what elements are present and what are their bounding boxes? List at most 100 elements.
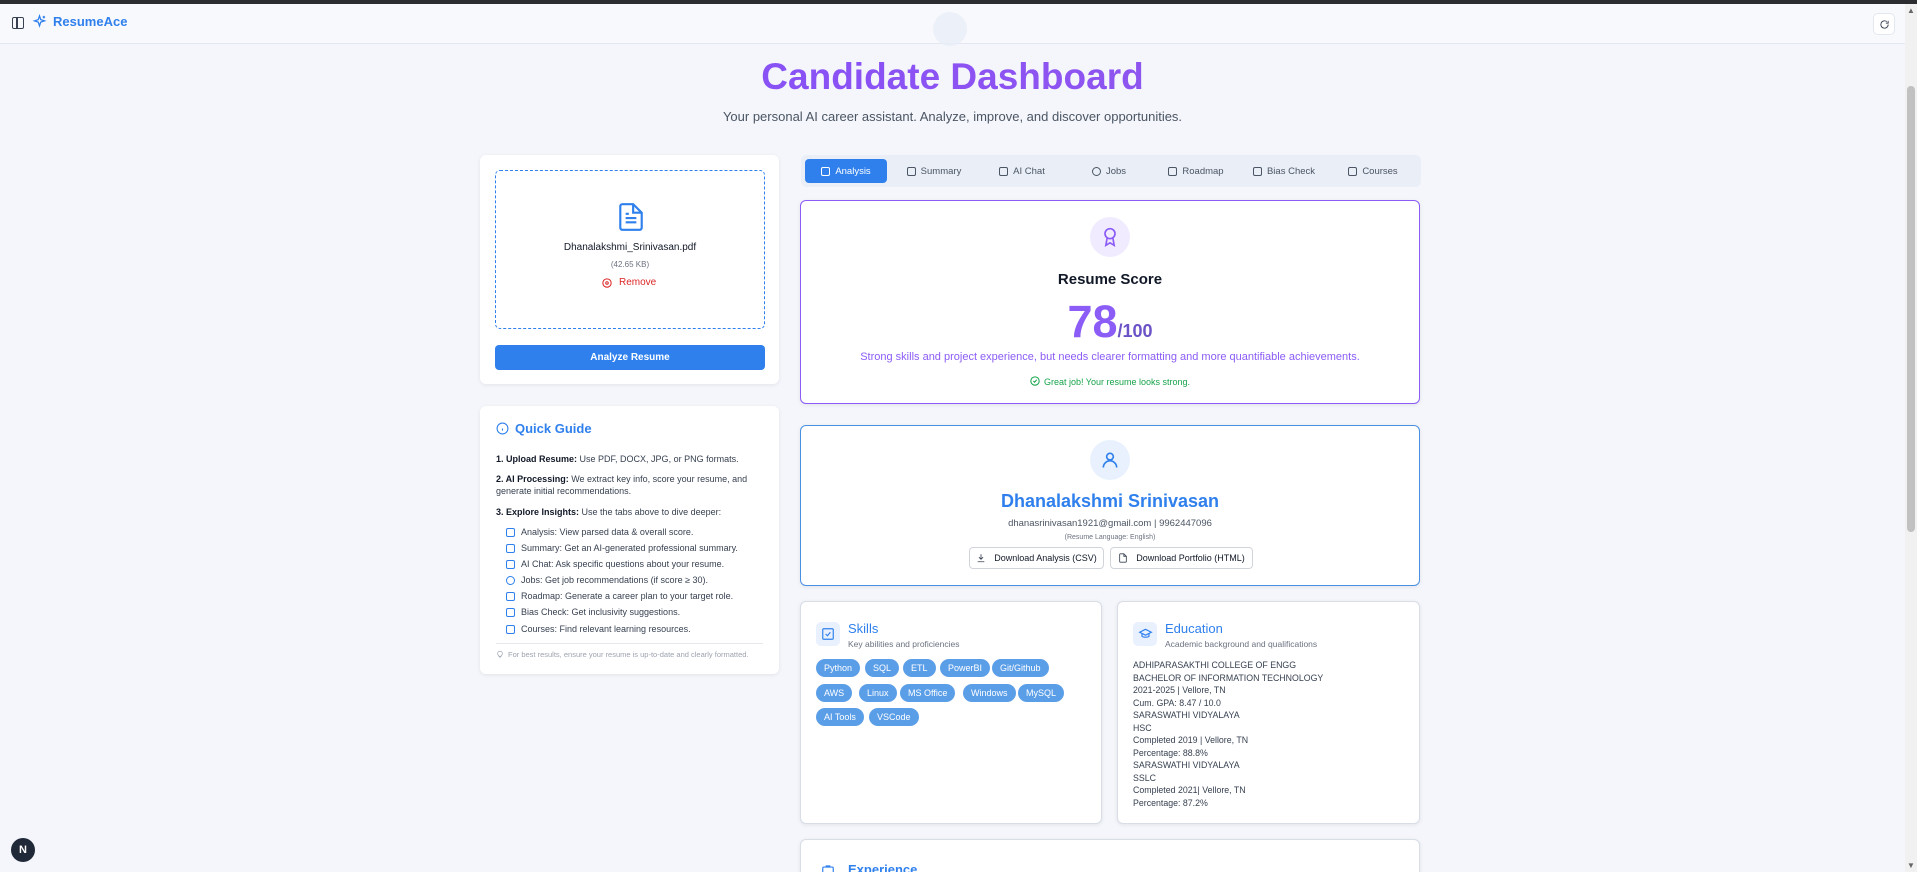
skill-chip: Linux — [859, 684, 897, 702]
guide-item-text: AI Chat: Ask specific questions about yo… — [521, 559, 725, 569]
file-icon — [821, 166, 831, 176]
guide-step-label: 1. Upload Resume: — [496, 454, 578, 464]
user-icon — [1102, 452, 1118, 468]
tab-summary[interactable]: Summary — [892, 159, 976, 183]
page-scrollbar[interactable]: ▲ ▼ — [1905, 4, 1917, 872]
info-icon — [496, 422, 509, 435]
tab-analysis[interactable]: Analysis — [805, 159, 887, 183]
resume-score-card: Resume Score 78/100 Strong skills and pr… — [800, 200, 1420, 404]
skills-card: Skills Key abilities and proficiencies P… — [800, 601, 1102, 824]
refresh-button[interactable] — [1873, 13, 1895, 35]
quick-guide-header: Quick Guide — [496, 421, 592, 436]
skill-chip: MySQL — [1018, 684, 1065, 702]
guide-item-text: Analysis: View parsed data & overall sco… — [521, 527, 694, 537]
user-route-icon — [1168, 166, 1178, 176]
tab-roadmap[interactable]: Roadmap — [1155, 159, 1237, 183]
document-icon — [906, 166, 916, 176]
scroll-down-icon[interactable]: ▼ — [1907, 861, 1915, 870]
skill-chip: PowerBI — [940, 659, 991, 677]
skill-chip: ETL — [903, 659, 936, 677]
guide-step-label: 3. Explore Insights: — [496, 507, 580, 517]
lightbulb-icon — [497, 650, 503, 659]
guide-step-3: 3. Explore Insights: Use the tabs above … — [496, 506, 768, 518]
user-route-icon — [506, 591, 515, 601]
analyze-resume-button[interactable]: Analyze Resume — [495, 345, 765, 370]
nextjs-dev-badge[interactable]: N — [11, 838, 35, 862]
guide-tip-text: For best results, ensure your resume is … — [508, 650, 749, 659]
file-size: (42.65 KB) — [610, 260, 650, 269]
checkbox-icon — [822, 628, 834, 640]
score-number: 78 — [1067, 296, 1118, 347]
download-portfolio-label: Download Portfolio (HTML) — [1136, 553, 1245, 563]
score-max: /100 — [1117, 321, 1153, 341]
score-summary: Strong skills and project experience, bu… — [860, 351, 1360, 363]
skills-title: Skills — [848, 621, 879, 636]
sparkles-icon — [32, 14, 47, 28]
filter-icon — [1252, 166, 1262, 176]
scroll-up-icon[interactable]: ▲ — [1907, 6, 1915, 15]
guide-step-label: 2. AI Processing: — [496, 474, 569, 484]
guide-step-text: Use PDF, DOCX, JPG, or PNG formats. — [579, 454, 739, 464]
skill-chip: VSCode — [869, 708, 919, 726]
skills-subtitle: Key abilities and proficiencies — [848, 639, 960, 649]
quick-guide-card: Quick Guide 1. Upload Resume: Use PDF, D… — [480, 406, 779, 674]
skills-icon-box — [816, 622, 840, 646]
education-subtitle: Academic background and qualifications — [1165, 639, 1318, 649]
guide-item-text: Summary: Get an AI-generated professiona… — [521, 543, 738, 553]
score-verdict: Great job! Your resume looks strong. — [801, 376, 1419, 387]
remove-file-button[interactable]: Remove — [602, 277, 656, 288]
education-line: SARASWATHI VIDYALAYA — [1133, 760, 1240, 770]
guide-tip: For best results, ensure your resume is … — [496, 650, 749, 659]
upload-card: Dhanalakshmi_Srinivasan.pdf (42.65 KB) R… — [480, 155, 779, 384]
tab-bias-check[interactable]: Bias Check — [1242, 159, 1326, 183]
score-verdict-text: Great job! Your resume looks strong. — [1043, 377, 1191, 387]
bot-icon — [506, 559, 515, 569]
education-title: Education — [1165, 621, 1223, 636]
book-icon — [1348, 166, 1358, 176]
award-badge — [1090, 217, 1130, 257]
skill-chip: AWS — [816, 684, 853, 702]
score-value: 78/100 — [801, 296, 1419, 348]
candidate-name: Dhanalakshmi Srinivasan — [1000, 491, 1220, 511]
bot-icon — [999, 166, 1009, 176]
tab-ai-chat[interactable]: AI Chat — [981, 159, 1063, 183]
check-circle-icon — [1030, 376, 1040, 386]
globe-icon — [1091, 166, 1101, 176]
refresh-icon — [1879, 19, 1889, 29]
experience-icon-box — [816, 858, 840, 872]
page-subtitle: Your personal AI career assistant. Analy… — [722, 109, 1183, 124]
decorative-circle — [933, 12, 967, 46]
education-line: 2021-2025 | Vellore, TN — [1133, 685, 1226, 695]
file-icon — [1119, 553, 1127, 563]
brand-name: ResumeAce — [53, 14, 128, 29]
download-csv-button[interactable]: Download Analysis (CSV) — [969, 547, 1104, 569]
education-line: Percentage: 87.2% — [1133, 797, 1208, 808]
guide-item-text: Bias Check: Get inclusivity suggestions. — [521, 607, 681, 617]
file-dropzone[interactable]: Dhanalakshmi_Srinivasan.pdf (42.65 KB) R… — [495, 170, 765, 329]
guide-item-courses: Courses: Find relevant learning resource… — [506, 624, 691, 634]
skill-chip: Python — [816, 659, 861, 677]
education-line: Completed 2021| Vellore, TN — [1133, 785, 1246, 795]
remove-circle-icon — [602, 277, 612, 288]
file-icon — [506, 527, 515, 537]
tab-courses[interactable]: Courses — [1331, 159, 1415, 183]
guide-item-text: Roadmap: Generate a career plan to your … — [521, 591, 734, 601]
skill-chip: MS Office — [900, 684, 956, 702]
tab-jobs[interactable]: Jobs — [1068, 159, 1150, 183]
education-line: SSLC — [1133, 772, 1156, 783]
book-icon — [506, 624, 515, 634]
brand[interactable]: ResumeAce — [32, 14, 127, 29]
file-name: Dhanalakshmi_Srinivasan.pdf — [563, 242, 697, 253]
filter-icon — [506, 607, 515, 617]
download-portfolio-button[interactable]: Download Portfolio (HTML) — [1110, 547, 1253, 569]
quick-guide-title: Quick Guide — [515, 421, 592, 436]
education-details: ADHIPARASAKTHI COLLEGE OF ENGG BACHELOR … — [1133, 659, 1323, 809]
guide-item-ai-chat: AI Chat: Ask specific questions about yo… — [506, 559, 724, 569]
tab-label: Roadmap — [1182, 165, 1224, 177]
scrollbar-thumb[interactable] — [1907, 86, 1915, 532]
sidebar-toggle-icon[interactable] — [12, 17, 24, 29]
skill-chip: Windows — [963, 684, 1016, 702]
resume-language: (Resume Language: English) — [1064, 534, 1156, 541]
briefcase-icon — [822, 865, 834, 872]
download-icon — [977, 554, 985, 563]
